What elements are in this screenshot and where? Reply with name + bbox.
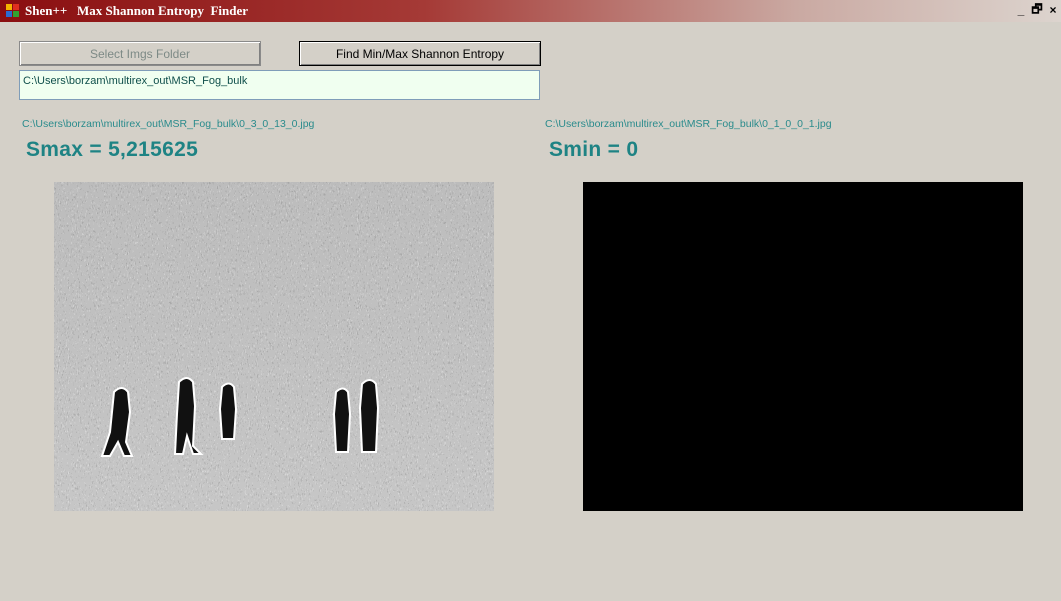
min-entropy-value: Smin = 0 [549, 138, 639, 161]
max-file-path: C:\Users\borzam\multirex_out\MSR_Fog_bul… [22, 118, 315, 130]
max-entropy-value: Smax = 5,215625 [26, 138, 199, 161]
close-button[interactable]: × [1045, 2, 1061, 18]
minimize-button[interactable]: _ [1013, 2, 1029, 18]
app-icon [6, 4, 19, 17]
min-entropy-image [583, 182, 1023, 511]
restore-button[interactable]: 🗗 [1029, 2, 1045, 18]
find-entropy-button[interactable]: Find Min/Max Shannon Entropy [299, 41, 541, 66]
folder-path-field[interactable]: C:\Users\borzam\multirex_out\MSR_Fog_bul… [19, 70, 540, 100]
window-title: Shen++ Max Shannon Entropy Finder [25, 3, 248, 18]
select-folder-button[interactable]: Select Imgs Folder [19, 41, 261, 66]
title-bar[interactable]: Shen++ Max Shannon Entropy Finder _ 🗗 × [0, 0, 1061, 22]
min-file-path: C:\Users\borzam\multirex_out\MSR_Fog_bul… [545, 118, 832, 130]
max-entropy-image [54, 182, 494, 511]
